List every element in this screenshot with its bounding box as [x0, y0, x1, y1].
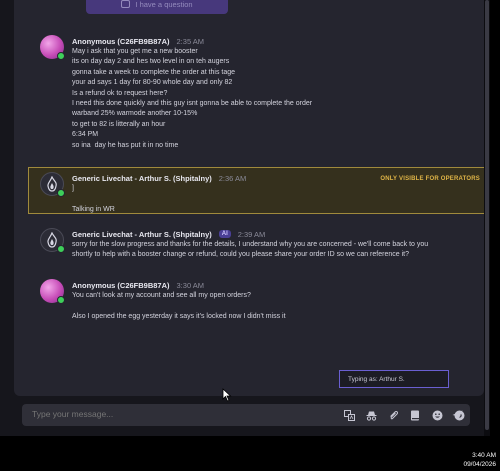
send-icon[interactable] — [451, 409, 463, 421]
scrollbar-thumb[interactable] — [485, 0, 489, 430]
taskbar — [0, 436, 500, 471]
online-status-icon — [57, 52, 65, 60]
chat-message: Generic Livechat - Arthur S. (Shpitalny)… — [40, 228, 480, 268]
message-time: 2:39 AM — [237, 229, 266, 239]
message-input[interactable] — [32, 409, 332, 419]
message-body: You can't look at my account and see all… — [72, 292, 286, 320]
have-question-button[interactable]: I have a question — [86, 0, 228, 14]
question-icon — [121, 0, 131, 8]
message-time: 2:35 AM — [176, 36, 205, 46]
chat-panel: I have a question Anonymous (C26FB9B87A)… — [14, 0, 484, 396]
online-status-icon — [57, 189, 65, 197]
taskbar-clock[interactable]: 3:40 AM 09/04/2026 — [463, 451, 496, 469]
have-question-label: I have a question — [135, 0, 193, 9]
book-icon[interactable] — [409, 409, 421, 421]
message-time: 2:36 AM — [218, 173, 247, 183]
incognito-icon[interactable] — [365, 409, 377, 421]
chat-message: Generic Livechat - Arthur S. (Shpitalny)… — [40, 172, 480, 213]
window-edge — [490, 0, 500, 436]
emoji-icon[interactable] — [431, 409, 443, 421]
chat-message: Anonymous (C26FB9B87A) 2:35 AM May i ask… — [40, 35, 480, 160]
message-body: May i ask that you get me a new booster … — [72, 48, 313, 149]
message-composer — [22, 404, 470, 426]
ai-badge: AI — [218, 230, 231, 238]
translate-icon[interactable] — [343, 409, 355, 421]
mouse-cursor-icon — [222, 388, 232, 402]
message-author: Anonymous (C26FB9B87A) — [72, 36, 170, 46]
message-author: Anonymous (C26FB9B87A) — [72, 280, 170, 290]
online-status-icon — [57, 245, 65, 253]
online-status-icon — [57, 296, 65, 304]
clock-date: 09/04/2026 — [463, 461, 496, 468]
chat-message: Anonymous (C26FB9B87A) 3:30 AM You can't… — [40, 279, 480, 324]
chat-app: I have a question Anonymous (C26FB9B87A)… — [0, 0, 484, 436]
attachment-icon[interactable] — [387, 409, 399, 421]
message-body: sorry for the slow progress and thanks f… — [72, 241, 429, 259]
typing-as-indicator: Typing as: Arthur S. — [339, 370, 449, 388]
message-time: 3:30 AM — [176, 280, 205, 290]
message-author: Generic Livechat - Arthur S. (Shpitalny) — [72, 229, 212, 239]
clock-time: 3:40 AM — [472, 452, 496, 459]
message-author: Generic Livechat - Arthur S. (Shpitalny) — [72, 173, 212, 183]
message-body: ] Talking in WR — [72, 185, 115, 213]
